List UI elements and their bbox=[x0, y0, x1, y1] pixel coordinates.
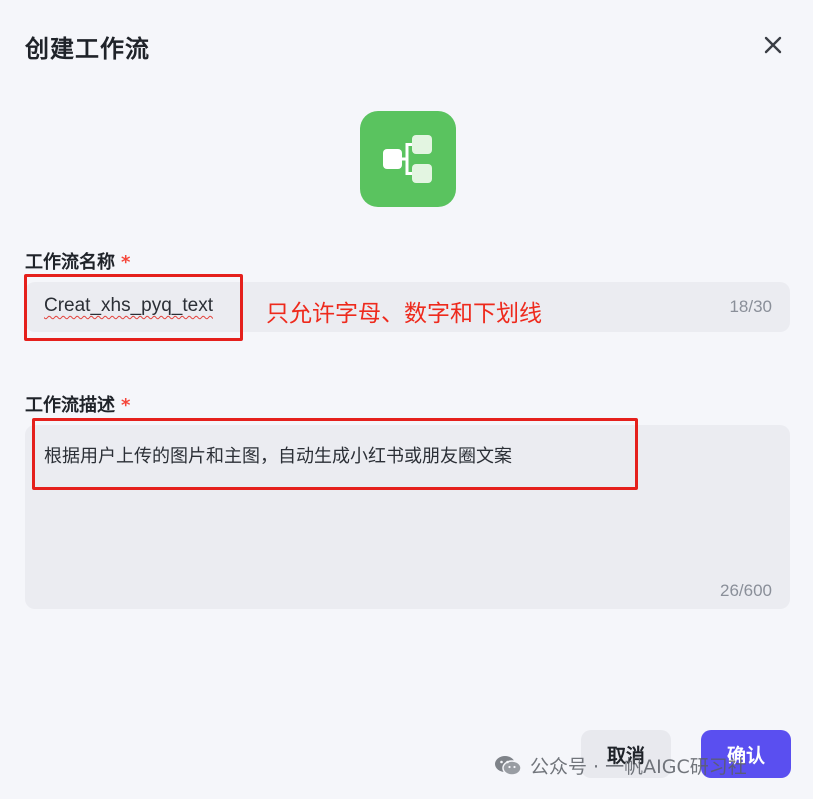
required-mark: * bbox=[121, 395, 131, 416]
annotation-note: 只允许字母、数字和下划线 bbox=[266, 301, 542, 327]
create-workflow-dialog: 创建工作流 工作流名称 * Creat_xhs_pyq_text 18/30 工作… bbox=[0, 0, 813, 799]
workflow-name-value: Creat_xhs_pyq_text bbox=[44, 295, 213, 316]
name-label-text: 工作流名称 bbox=[25, 252, 115, 273]
workflow-icon bbox=[383, 135, 432, 183]
workflow-description-value: 根据用户上传的图片和主图，自动生成小红书或朋友圈文案 bbox=[44, 446, 512, 467]
watermark-text: 公众号 · 一帆AIGC研习社 bbox=[530, 756, 747, 778]
watermark: 公众号 · 一帆AIGC研习社 bbox=[494, 752, 747, 779]
workflow-app-icon[interactable] bbox=[360, 111, 456, 207]
wechat-icon bbox=[495, 755, 522, 776]
close-button[interactable] bbox=[758, 30, 788, 60]
required-mark: * bbox=[121, 252, 131, 273]
dialog-title: 创建工作流 bbox=[25, 35, 150, 63]
description-label-text: 工作流描述 bbox=[25, 395, 115, 416]
description-char-counter: 26/600 bbox=[720, 581, 772, 600]
name-char-counter: 18/30 bbox=[729, 297, 772, 316]
workflow-description-textarea[interactable]: 根据用户上传的图片和主图，自动生成小红书或朋友圈文案 26/600 bbox=[25, 425, 790, 609]
description-label: 工作流描述 * bbox=[25, 391, 130, 417]
close-icon bbox=[764, 36, 782, 54]
name-label: 工作流名称 * bbox=[25, 248, 130, 274]
